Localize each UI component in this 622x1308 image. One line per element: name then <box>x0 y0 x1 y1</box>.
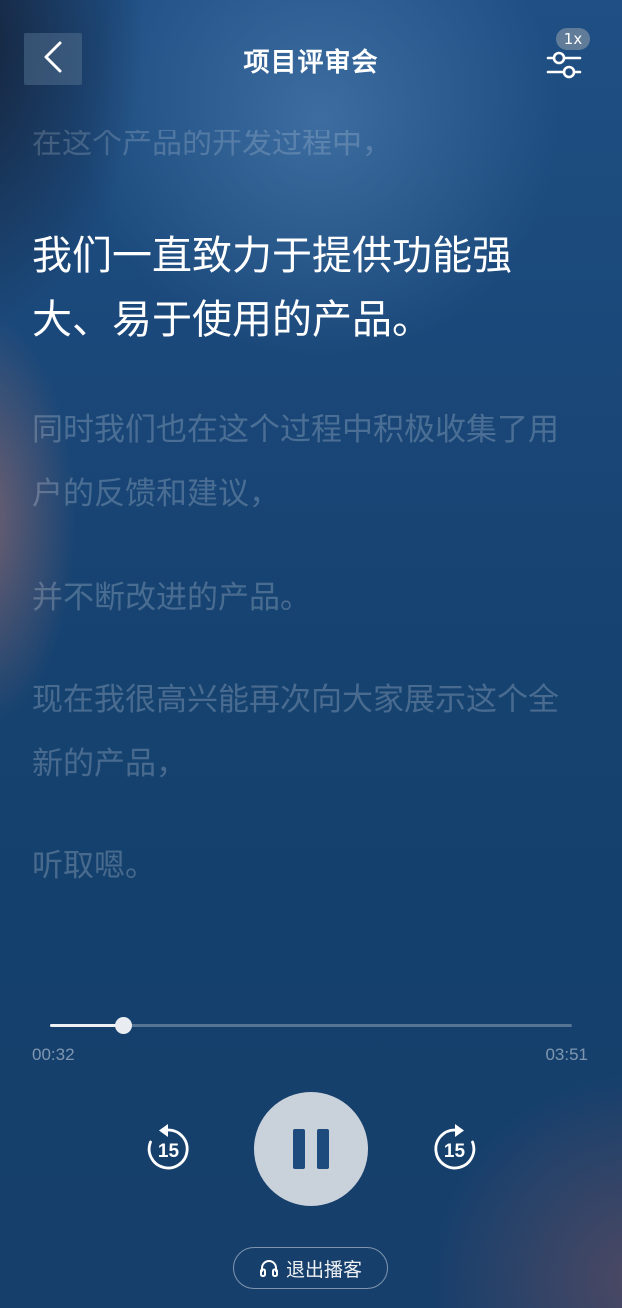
speed-badge[interactable]: 1x <box>556 28 590 50</box>
podcast-player-screen: 项目评审会 1x 在这个产品的开发过程中， 我们一直致力于提供功能强大、易于使用… <box>0 0 622 1308</box>
rewind-seconds-label: 15 <box>158 1141 180 1162</box>
progress-bar[interactable] <box>50 1017 572 1034</box>
transcript-line: 现在我很高兴能再次向大家展示这个全新的产品， <box>32 682 559 782</box>
page-title: 项目评审会 <box>243 48 379 78</box>
headphones-icon <box>259 1258 279 1278</box>
transcript-area[interactable]: 在这个产品的开发过程中， 我们一直致力于提供功能强大、易于使用的产品。 同时我们… <box>32 120 592 920</box>
total-time: 03:51 <box>545 1045 588 1064</box>
forward-15-button[interactable]: 15 <box>428 1122 482 1176</box>
rewind-icon: 15 <box>141 1124 195 1180</box>
header-bar: 项目评审会 1x <box>0 0 622 120</box>
progress-thumb[interactable] <box>114 1017 132 1034</box>
sliders-icon <box>546 48 582 86</box>
elapsed-time: 00:32 <box>32 1045 75 1064</box>
transcript-line: 同时我们也在这个过程中积极收集了用户的反馈和建议， <box>32 412 559 512</box>
transcript-line: 听取嗯。 <box>32 848 156 884</box>
pause-icon <box>287 1129 335 1169</box>
transcript-line-current: 我们一直致力于提供功能强大、易于使用的产品。 <box>32 233 512 343</box>
forward-seconds-label: 15 <box>444 1141 466 1162</box>
forward-icon: 15 <box>428 1124 482 1180</box>
exit-podcast-button[interactable]: 退出播客 <box>233 1247 388 1289</box>
pause-button[interactable] <box>254 1092 368 1206</box>
transcript-line-previous: 在这个产品的开发过程中， <box>32 130 392 158</box>
progress-fill <box>50 1024 123 1027</box>
exit-podcast-label: 退出播客 <box>285 1258 362 1281</box>
rewind-15-button[interactable]: 15 <box>141 1122 195 1176</box>
transcript-line: 并不断改进的产品。 <box>32 580 311 616</box>
